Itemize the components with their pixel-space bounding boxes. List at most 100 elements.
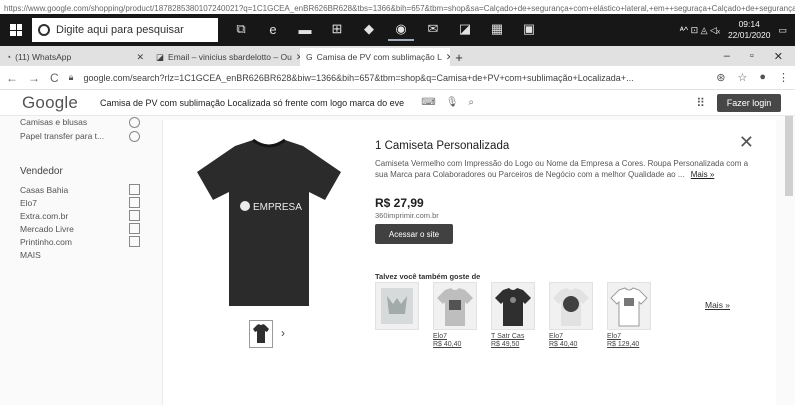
visit-site-button[interactable]: Acessar o site (375, 224, 453, 244)
vendor-option[interactable]: Mercado Livre (20, 222, 140, 235)
chrome-icon[interactable]: ◉ (388, 19, 414, 41)
vendor-label: Printinho.com (20, 236, 72, 247)
filter-option[interactable]: Papel transfer para t... (20, 130, 140, 142)
maximize-button[interactable]: ▫ (750, 50, 754, 62)
also-like-item[interactable]: Elo7 R$ 40,40 (433, 282, 477, 349)
tshirt-thumb-icon (253, 324, 269, 343)
tab-email[interactable]: ◪ Email – vinicius sbardelotto – Ou ✕ (150, 48, 300, 66)
lock-icon: 🔒︎ (68, 72, 74, 82)
product-image[interactable]: EMPRESA (189, 138, 349, 310)
close-window-button[interactable]: ✕ (774, 50, 783, 63)
taskbar-search-placeholder: Digite aqui para pesquisar (56, 24, 184, 36)
product-thumbnail[interactable] (249, 320, 273, 348)
also-like-item[interactable] (375, 282, 419, 349)
tab-google-shopping[interactable]: G Camisa de PV com sublimação L ✕ (300, 48, 450, 66)
filter-option[interactable]: Camisas e blusas (20, 116, 140, 128)
vendor-option[interactable]: Printinho.com (20, 235, 140, 248)
clock[interactable]: 09:14 22/01/2020 (728, 19, 771, 41)
vendor-label: MAIS (20, 249, 41, 260)
tab-label: Email – vinicius sbardelotto – Ou (168, 52, 292, 62)
product-price: R$ 27,99 (375, 196, 424, 210)
tab-whatsapp[interactable]: ◔ (11) WhatsApp ✕ (0, 48, 150, 66)
product-thumbnail[interactable] (375, 282, 419, 330)
also-like-item[interactable]: T Satr Cas R$ 49,50 (491, 282, 535, 349)
also-like-item[interactable]: Elo7 R$ 129,40 (607, 282, 651, 349)
apps-grid-icon[interactable]: ⠿ (696, 96, 705, 110)
store-icon[interactable]: ⊞ (324, 19, 350, 41)
google-icon: G (306, 52, 313, 62)
filter-sidebar: Camisas e blusas Papel transfer para t..… (20, 116, 140, 261)
profile-icon[interactable]: ● (759, 71, 766, 84)
extension-icon[interactable]: ⊛ (716, 71, 725, 84)
google-header: Google Camisa de PV com sublimação Local… (0, 90, 795, 116)
address-bar: ← → C 🔒︎ google.com/search?rlz=1C1GCEA_e… (0, 66, 795, 90)
product-thumbnail[interactable] (549, 282, 593, 330)
minimize-button[interactable]: – (724, 50, 730, 62)
item-price: R$ 40,40 (549, 341, 578, 348)
login-button[interactable]: Fazer login (717, 93, 781, 112)
bookmark-star-icon[interactable]: ☆ (737, 71, 747, 84)
item-store: Elo7 (607, 333, 622, 340)
next-image-chevron-icon[interactable]: › (281, 326, 285, 340)
item-price: R$ 49,50 (491, 341, 520, 348)
url-field[interactable]: google.com/search?rlz=1C1GCEA_enBR626BR6… (83, 73, 706, 83)
vendor-option[interactable]: Casas Bahia (20, 183, 140, 196)
description-more-link[interactable]: Mais » (691, 170, 715, 179)
filter-label: Camisas e blusas (20, 117, 88, 127)
new-tab-button[interactable]: + (450, 48, 468, 66)
system-tray-icons[interactable]: ᴬ^ ⊡ ◬ ◁ₓ (680, 25, 720, 36)
clock-date: 22/01/2020 (727, 30, 771, 40)
browser-tab-bar: ◔ (11) WhatsApp ✕ ◪ Email – vinicius sba… (0, 46, 795, 66)
search-icon[interactable]: ⌕ (468, 97, 474, 108)
vendor-checkbox[interactable] (129, 184, 140, 195)
taskbar-search[interactable]: Digite aqui para pesquisar (32, 18, 218, 42)
vendor-checkbox[interactable] (129, 197, 140, 208)
scrollbar[interactable] (785, 116, 793, 196)
filter-radio[interactable] (129, 130, 140, 142)
microphone-icon[interactable]: 🎙︎ (446, 97, 459, 108)
whatsapp-icon: ◔ (6, 52, 12, 62)
product-thumbnail[interactable] (607, 282, 651, 330)
vendor-label: Extra.com.br (20, 210, 69, 221)
folder-icon[interactable]: ▬ (292, 19, 318, 41)
notification-icon[interactable]: ▭ (778, 25, 787, 36)
task-view-icon[interactable]: ⧉ (228, 19, 254, 41)
vendor-option[interactable]: Elo7 (20, 196, 140, 209)
more-items-link[interactable]: Mais » (705, 300, 730, 310)
back-button[interactable]: ← (6, 71, 18, 85)
filter-radio[interactable] (129, 116, 140, 128)
menu-icon[interactable]: ⋮ (778, 71, 789, 84)
results-area: Camisas e blusas Papel transfer para t..… (0, 116, 795, 405)
shirt-print-text: EMPRESA (253, 202, 302, 213)
start-button[interactable] (0, 14, 32, 46)
keyboard-icon[interactable]: ⌨ (421, 97, 435, 108)
vendor-label: Casas Bahia (20, 184, 69, 195)
forward-button[interactable]: → (28, 71, 40, 85)
outlook-icon[interactable]: ◪ (452, 19, 478, 41)
mail-icon[interactable]: ✉ (420, 19, 446, 41)
reload-button[interactable]: C (50, 71, 59, 85)
teams-icon[interactable]: ▣ (516, 19, 542, 41)
vendor-option[interactable]: Extra.com.br (20, 209, 140, 222)
vendor-checkbox[interactable] (129, 236, 140, 247)
close-tab-icon[interactable]: ✕ (136, 52, 144, 63)
item-price: R$ 129,40 (607, 341, 640, 348)
search-box[interactable]: Camisa de PV com sublimação Localizada s… (94, 93, 474, 113)
vendor-more-link[interactable]: MAIS (20, 248, 140, 261)
clock-time: 09:14 (738, 19, 760, 29)
close-panel-icon[interactable]: ✕ (739, 132, 754, 153)
also-like-item[interactable]: Elo7 R$ 40,40 (549, 282, 593, 349)
vendor-checkbox[interactable] (129, 210, 140, 221)
google-logo[interactable]: Google (0, 93, 94, 113)
vendor-checkbox[interactable] (129, 223, 140, 234)
product-detail-panel: EMPRESA › ✕ 1 Camiseta Personalizada Cam… (162, 120, 776, 405)
product-thumbnail[interactable] (433, 282, 477, 330)
search-input[interactable]: Camisa de PV com sublimação Localizada s… (100, 98, 413, 108)
store-name: 360imprimir.com.br (375, 211, 439, 220)
edge-icon[interactable]: e (260, 19, 286, 41)
calculator-icon[interactable]: ▦ (484, 19, 510, 41)
product-thumbnail[interactable] (491, 282, 535, 330)
vendor-label: Elo7 (20, 197, 38, 208)
also-like-heading: Talvez você também goste de (375, 272, 481, 281)
dropbox-icon[interactable]: ◆ (356, 19, 382, 41)
